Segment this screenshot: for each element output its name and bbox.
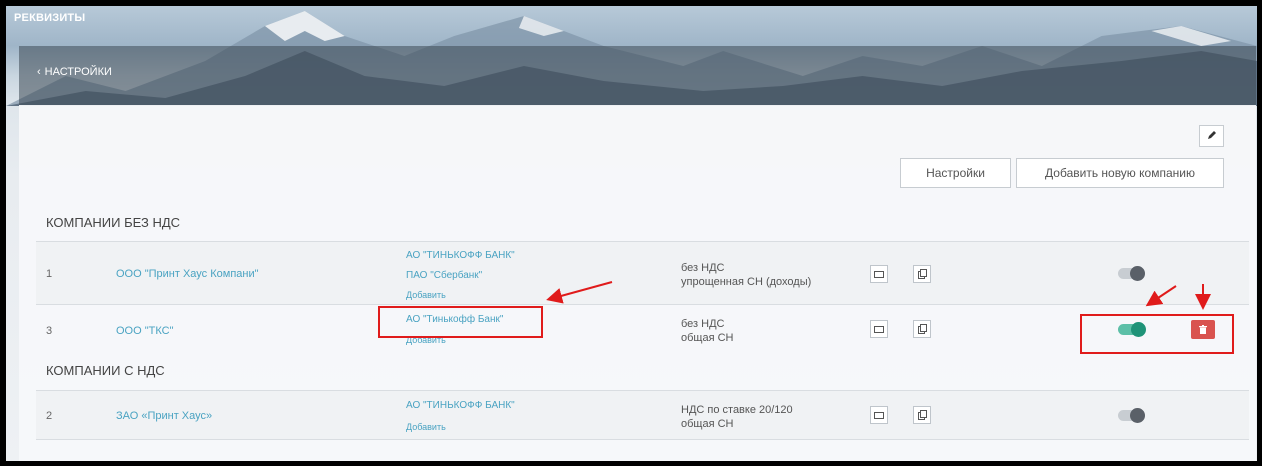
- company-link[interactable]: ЗАО «Принт Хаус»: [116, 410, 212, 422]
- requisites-panel: Настройки Добавить новую компанию КОМПАН…: [19, 105, 1256, 461]
- card-icon: [874, 270, 884, 278]
- copy-button[interactable]: [913, 265, 931, 283]
- tax-info: НДС по ставке 20/120 общая СН: [681, 403, 793, 431]
- section-title-vat: КОМПАНИИ С НДС: [46, 363, 165, 378]
- view-button[interactable]: [870, 406, 888, 424]
- view-button[interactable]: [870, 320, 888, 338]
- active-toggle[interactable]: [1118, 266, 1145, 281]
- company-link[interactable]: ООО "Принт Хаус Компани": [116, 268, 259, 280]
- table-row: 2 ЗАО «Принт Хаус» АО "ТИНЬКОФФ БАНК" До…: [36, 390, 1249, 440]
- active-toggle[interactable]: [1118, 322, 1146, 337]
- card-icon: [874, 411, 884, 419]
- add-bank-link[interactable]: Добавить: [406, 290, 446, 300]
- card-icon: [874, 325, 884, 333]
- tax-system: общая СН: [681, 418, 734, 430]
- app-window: РЕКВИЗИТЫ ‹ НАСТРОЙКИ Настройки Добавить…: [0, 0, 1262, 466]
- toggle-knob: [1131, 322, 1146, 337]
- section-title-no-vat: КОМПАНИИ БЕЗ НДС: [46, 215, 181, 230]
- company-link[interactable]: ООО "ТКС": [116, 325, 173, 337]
- table-row: 3 ООО "ТКС" АО "Тинькофф Банк" Добавить …: [36, 304, 1249, 353]
- table-row: 1 ООО "Принт Хаус Компани" АО "ТИНЬКОФФ …: [36, 241, 1249, 304]
- navigation-bar: ‹ НАСТРОЙКИ: [19, 46, 1256, 105]
- bank-link[interactable]: АО "Тинькофф Банк": [406, 314, 503, 325]
- chevron-left-icon: ‹: [37, 66, 41, 78]
- active-toggle[interactable]: [1118, 408, 1145, 423]
- toggle-knob: [1130, 408, 1145, 423]
- copy-icon: [917, 410, 927, 420]
- add-bank-link[interactable]: Добавить: [406, 335, 446, 345]
- tax-system: упрощенная СН (доходы): [681, 276, 812, 288]
- view-button[interactable]: [870, 265, 888, 283]
- vat-status: без НДС: [681, 318, 725, 330]
- back-to-settings-link[interactable]: ‹ НАСТРОЙКИ: [37, 66, 112, 78]
- copy-icon: [917, 269, 927, 279]
- tax-info: без НДС упрощенная СН (доходы): [681, 261, 811, 289]
- bank-link[interactable]: АО "ТИНЬКОФФ БАНК": [406, 250, 515, 261]
- delete-button[interactable]: [1191, 320, 1215, 339]
- tax-system: общая СН: [681, 332, 734, 344]
- settings-button[interactable]: Настройки: [900, 158, 1011, 188]
- copy-icon: [917, 324, 927, 334]
- vat-status: без НДС: [681, 262, 725, 274]
- page-title: РЕКВИЗИТЫ: [14, 12, 86, 24]
- row-number: 1: [46, 268, 53, 280]
- vat-status: НДС по ставке 20/120: [681, 404, 793, 416]
- copy-button[interactable]: [913, 320, 931, 338]
- tax-info: без НДС общая СН: [681, 317, 734, 345]
- trash-icon: [1199, 325, 1207, 334]
- add-bank-link[interactable]: Добавить: [406, 422, 446, 432]
- row-number: 2: [46, 410, 53, 422]
- bank-link[interactable]: ПАО "Сбербанк": [406, 270, 482, 281]
- edit-button[interactable]: [1199, 125, 1224, 147]
- back-label: НАСТРОЙКИ: [44, 66, 112, 78]
- add-company-button[interactable]: Добавить новую компанию: [1016, 158, 1224, 188]
- pencil-icon: [1207, 127, 1217, 145]
- row-number: 3: [46, 325, 53, 337]
- copy-button[interactable]: [913, 406, 931, 424]
- bank-link[interactable]: АО "ТИНЬКОФФ БАНК": [406, 400, 515, 411]
- toggle-knob: [1130, 266, 1145, 281]
